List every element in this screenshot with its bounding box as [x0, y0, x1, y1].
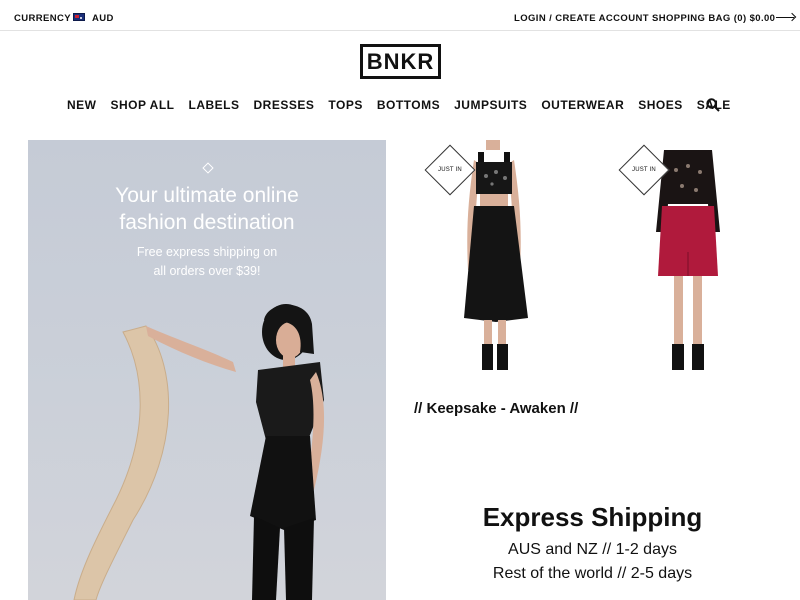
hero-headline-line1: Your ultimate online	[115, 184, 299, 207]
main-nav: NEW SHOP ALL LABELS DRESSES TOPS BOTTOMS…	[67, 98, 731, 112]
collection-title[interactable]: // Keepsake - Awaken //	[414, 400, 578, 417]
hero-headline: Your ultimate online fashion destination	[28, 182, 386, 236]
just-in-badge-label: JUST IN	[438, 167, 462, 173]
nav-item-shoes[interactable]: SHOES	[638, 98, 683, 112]
hero-banner[interactable]: Your ultimate online fashion destination…	[28, 140, 386, 600]
nav-item-new[interactable]: NEW	[67, 98, 97, 112]
search-icon[interactable]	[706, 98, 720, 112]
shipping-domestic: AUS and NZ // 1-2 days	[508, 541, 677, 558]
nav-item-labels[interactable]: LABELS	[189, 98, 240, 112]
arrow-right-icon[interactable]	[776, 17, 794, 18]
site-logo[interactable]: BNKR	[360, 44, 441, 79]
hero-subline: Free express shipping on all orders over…	[28, 243, 386, 281]
nav-item-tops[interactable]: TOPS	[328, 98, 362, 112]
hero-subline-line1: Free express shipping on	[136, 245, 278, 259]
hero-headline-line2: fashion destination	[119, 211, 295, 234]
nav-item-bottoms[interactable]: BOTTOMS	[377, 98, 440, 112]
nav-item-shop-all[interactable]: SHOP ALL	[111, 98, 175, 112]
nav-item-jumpsuits[interactable]: JUMPSUITS	[454, 98, 527, 112]
just-in-badge-label: JUST IN	[632, 167, 656, 173]
nav-item-dresses[interactable]: DRESSES	[254, 98, 315, 112]
hero-subline-line2: all orders over $39!	[153, 264, 261, 278]
currency-label: CURRENCY	[14, 13, 72, 24]
shipping-title: Express Shipping	[482, 502, 703, 532]
nav-item-outerwear[interactable]: OUTERWEAR	[541, 98, 624, 112]
top-utility-bar: CURRENCY AUD LOGIN / CREATE ACCOUNT SHOP…	[0, 0, 800, 31]
login-link[interactable]: LOGIN / CREATE ACCOUNT	[514, 13, 649, 24]
product-card[interactable]: JUST IN	[618, 140, 754, 380]
currency-selector[interactable]: AUD	[92, 13, 114, 24]
shopping-bag-link[interactable]: SHOPPING BAG (0) $0.00	[652, 13, 775, 24]
product-card[interactable]: JUST IN	[424, 140, 560, 380]
shipping-international: Rest of the world // 2-5 days	[492, 565, 693, 582]
australia-flag-icon[interactable]	[73, 13, 85, 21]
